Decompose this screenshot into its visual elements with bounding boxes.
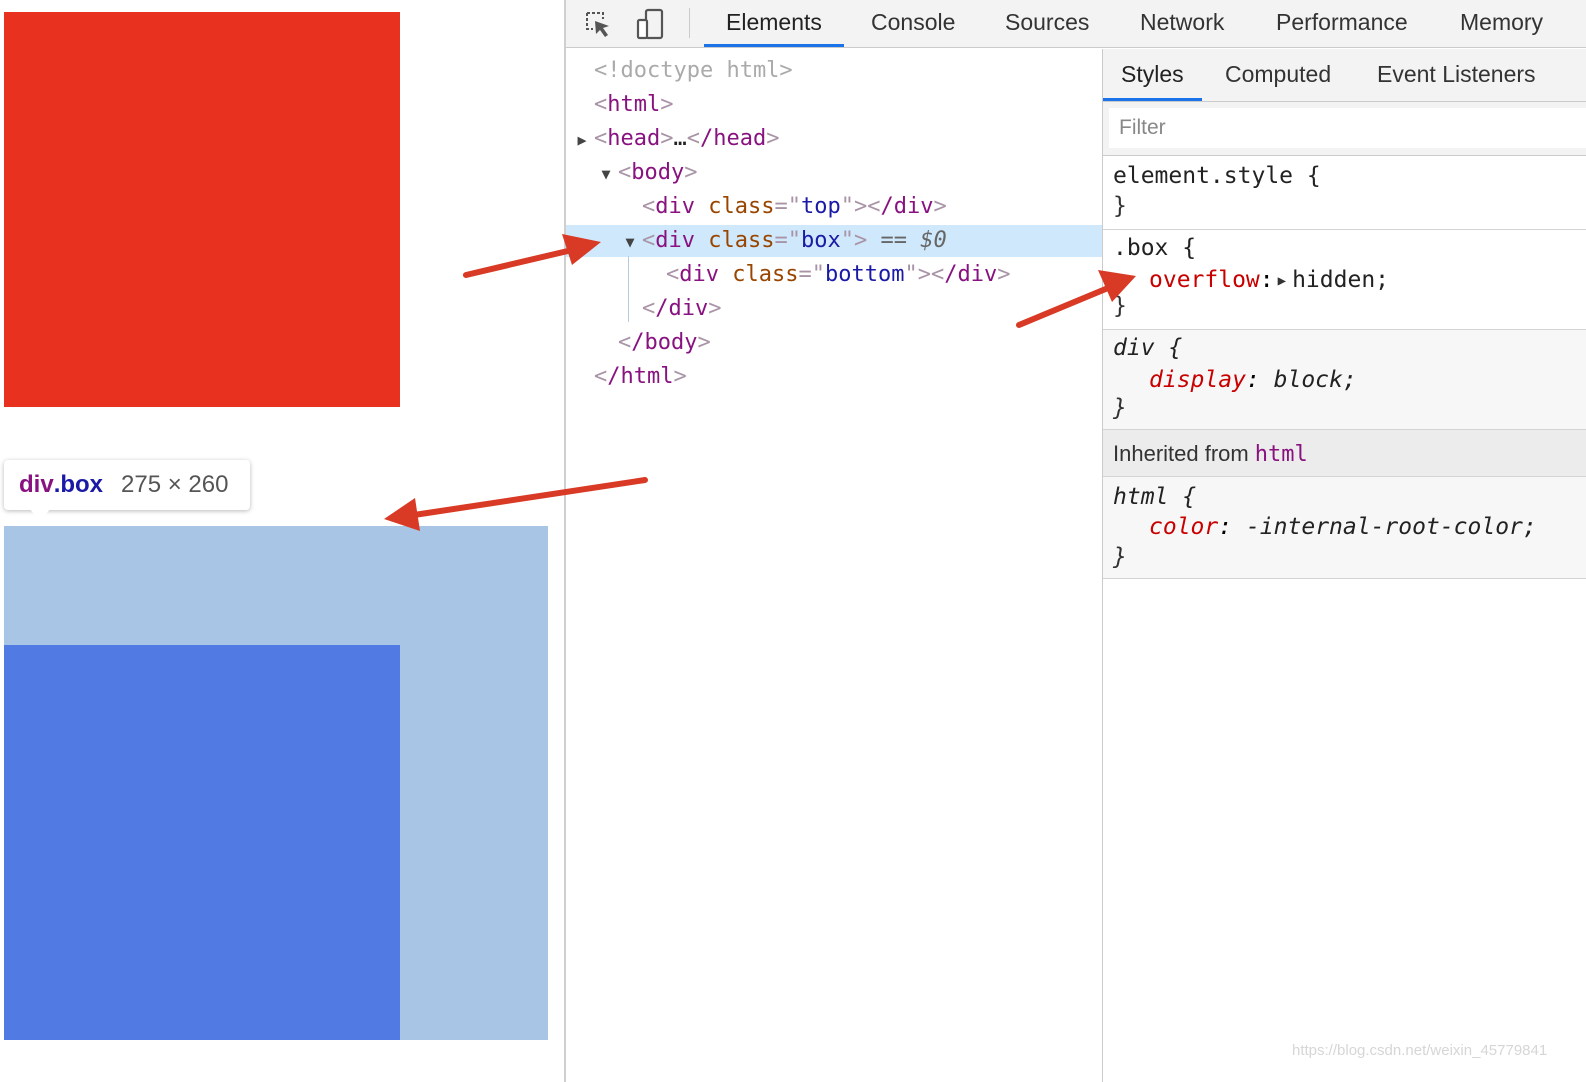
attr-value-top: top <box>800 194 841 219</box>
dom-node-div-box-selected[interactable]: ▼ <div class="box"> == $0 <box>566 225 1178 257</box>
rule-selector: div { <box>1113 335 1183 361</box>
div-close-tag: /div <box>880 194 934 219</box>
head-tag: head <box>607 126 661 151</box>
div-tag: div <box>655 228 695 253</box>
div-tag: div <box>679 262 719 287</box>
dom-node-html[interactable]: <html> <box>566 89 1130 121</box>
page-viewport: div .box 275 × 260 <box>0 0 565 1082</box>
dom-node-head[interactable]: ▶ <head>…</head> <box>566 123 1130 155</box>
rule-selector: html { <box>1113 484 1197 510</box>
rule-close-brace: } <box>1113 193 1127 219</box>
expand-triangle-icon[interactable]: ▶ <box>570 124 594 156</box>
tooltip-tag-name: div <box>19 471 54 498</box>
rule-selector[interactable]: .box { <box>1113 235 1196 261</box>
rule-close-brace: } <box>1113 395 1127 421</box>
div-tag: div <box>655 194 695 219</box>
tab-memory[interactable]: Memory <box>1438 0 1565 47</box>
dom-node-body-close[interactable]: </body> <box>566 327 1154 359</box>
rule-div-user-agent: div { display: block; } <box>1103 330 1586 430</box>
tooltip-dimensions: 275 × 260 <box>121 471 229 498</box>
selected-element-var: $0 <box>920 228 947 253</box>
tooltip-class-name: .box <box>53 471 104 498</box>
rule-close-brace: } <box>1113 293 1127 319</box>
tab-network[interactable]: Network <box>1118 0 1246 47</box>
rule-element-style: element.style { } <box>1103 156 1586 230</box>
attr-value-box: box <box>800 228 841 253</box>
tooltip-pointer <box>30 509 50 522</box>
declaration-color: color: -internal-root-color; <box>1149 514 1537 540</box>
attr-value-bottom: bottom <box>824 262 905 287</box>
collapse-triangle-icon[interactable]: ▼ <box>618 226 642 258</box>
rule-html-user-agent: html { color: -internal-root-color; } <box>1103 477 1586 579</box>
selected-marker: == <box>880 228 907 253</box>
css-property: color <box>1149 514 1219 540</box>
html-tag: html <box>607 92 661 117</box>
declaration-overflow[interactable]: overflow: ▶ hidden; <box>1149 264 1389 296</box>
css-property: display <box>1149 367 1246 393</box>
dom-node-div-box-close[interactable]: </div> <box>566 293 1178 325</box>
dom-node-doctype[interactable]: <!doctype html> <box>566 55 1130 87</box>
toolbar-separator <box>689 8 690 38</box>
element-inspect-tooltip: div .box 275 × 260 <box>4 460 250 510</box>
body-tag: body <box>631 160 685 185</box>
dom-node-html-close[interactable]: </html> <box>566 361 1130 393</box>
elements-dom-tree: <!doctype html> <html> ▶ <head>…</head> ▼… <box>566 49 1178 1082</box>
rule-box: .box { overflow: ▶ hidden; } <box>1103 230 1586 330</box>
dom-node-div-top[interactable]: <div class="top"></div> <box>566 191 1178 223</box>
div-close-tag: /div <box>655 296 709 321</box>
tab-performance[interactable]: Performance <box>1254 0 1430 47</box>
doctype-text: <!doctype html> <box>594 58 793 83</box>
css-value[interactable]: hidden; <box>1292 267 1389 293</box>
attr-name: class <box>708 228 775 253</box>
styles-filter-input[interactable] <box>1109 108 1586 148</box>
rule-selector[interactable]: element.style { <box>1113 163 1321 189</box>
attr-name: class <box>732 262 799 287</box>
nesting-guide-line <box>628 256 629 322</box>
div-close-tag: /div <box>944 262 998 287</box>
subtab-event-listeners[interactable]: Event Listeners <box>1359 49 1554 101</box>
device-toolbar-icon[interactable] <box>633 6 669 42</box>
filter-bar <box>1103 102 1586 156</box>
devtools-panel: Elements Console Sources Network Perform… <box>564 0 1586 1082</box>
head-close-tag: /head <box>699 126 767 151</box>
bottom-div-blue-box[interactable] <box>4 645 400 1040</box>
tab-console[interactable]: Console <box>849 0 977 47</box>
collapse-triangle-icon[interactable]: ▼ <box>594 158 618 190</box>
rule-close-brace: } <box>1113 544 1127 570</box>
styles-subtabs: Styles Computed Event Listeners <box>1103 49 1586 102</box>
declaration-display: display: block; <box>1149 367 1357 393</box>
inherited-label: Inherited from <box>1113 441 1249 466</box>
watermark-text: https://blog.csdn.net/weixin_45779841 <box>1292 1042 1548 1059</box>
html-close-tag: /html <box>607 364 674 389</box>
devtools-toolbar: Elements Console Sources Network Perform… <box>566 0 1586 48</box>
inherited-from-header: Inherited from html <box>1103 430 1586 477</box>
css-property[interactable]: overflow <box>1149 267 1260 293</box>
tab-sources[interactable]: Sources <box>983 0 1111 47</box>
subtab-styles[interactable]: Styles <box>1103 49 1202 101</box>
tab-elements[interactable]: Elements <box>704 0 844 47</box>
attr-name: class <box>708 194 775 219</box>
inherited-html-link[interactable]: html <box>1255 442 1308 467</box>
subtab-computed[interactable]: Computed <box>1207 49 1349 101</box>
body-close-tag: /body <box>631 330 698 355</box>
head-collapsed-ellipsis[interactable]: … <box>673 126 686 151</box>
css-value: block; <box>1273 367 1357 393</box>
top-div-red-box[interactable] <box>4 12 400 407</box>
styles-sidebar: Styles Computed Event Listeners element.… <box>1102 49 1586 1082</box>
dom-node-body[interactable]: ▼ <body> <box>566 157 1154 189</box>
expand-value-icon[interactable]: ▶ <box>1278 265 1286 297</box>
inspect-element-icon[interactable] <box>580 6 616 42</box>
css-value: -internal-root-color; <box>1245 514 1537 540</box>
